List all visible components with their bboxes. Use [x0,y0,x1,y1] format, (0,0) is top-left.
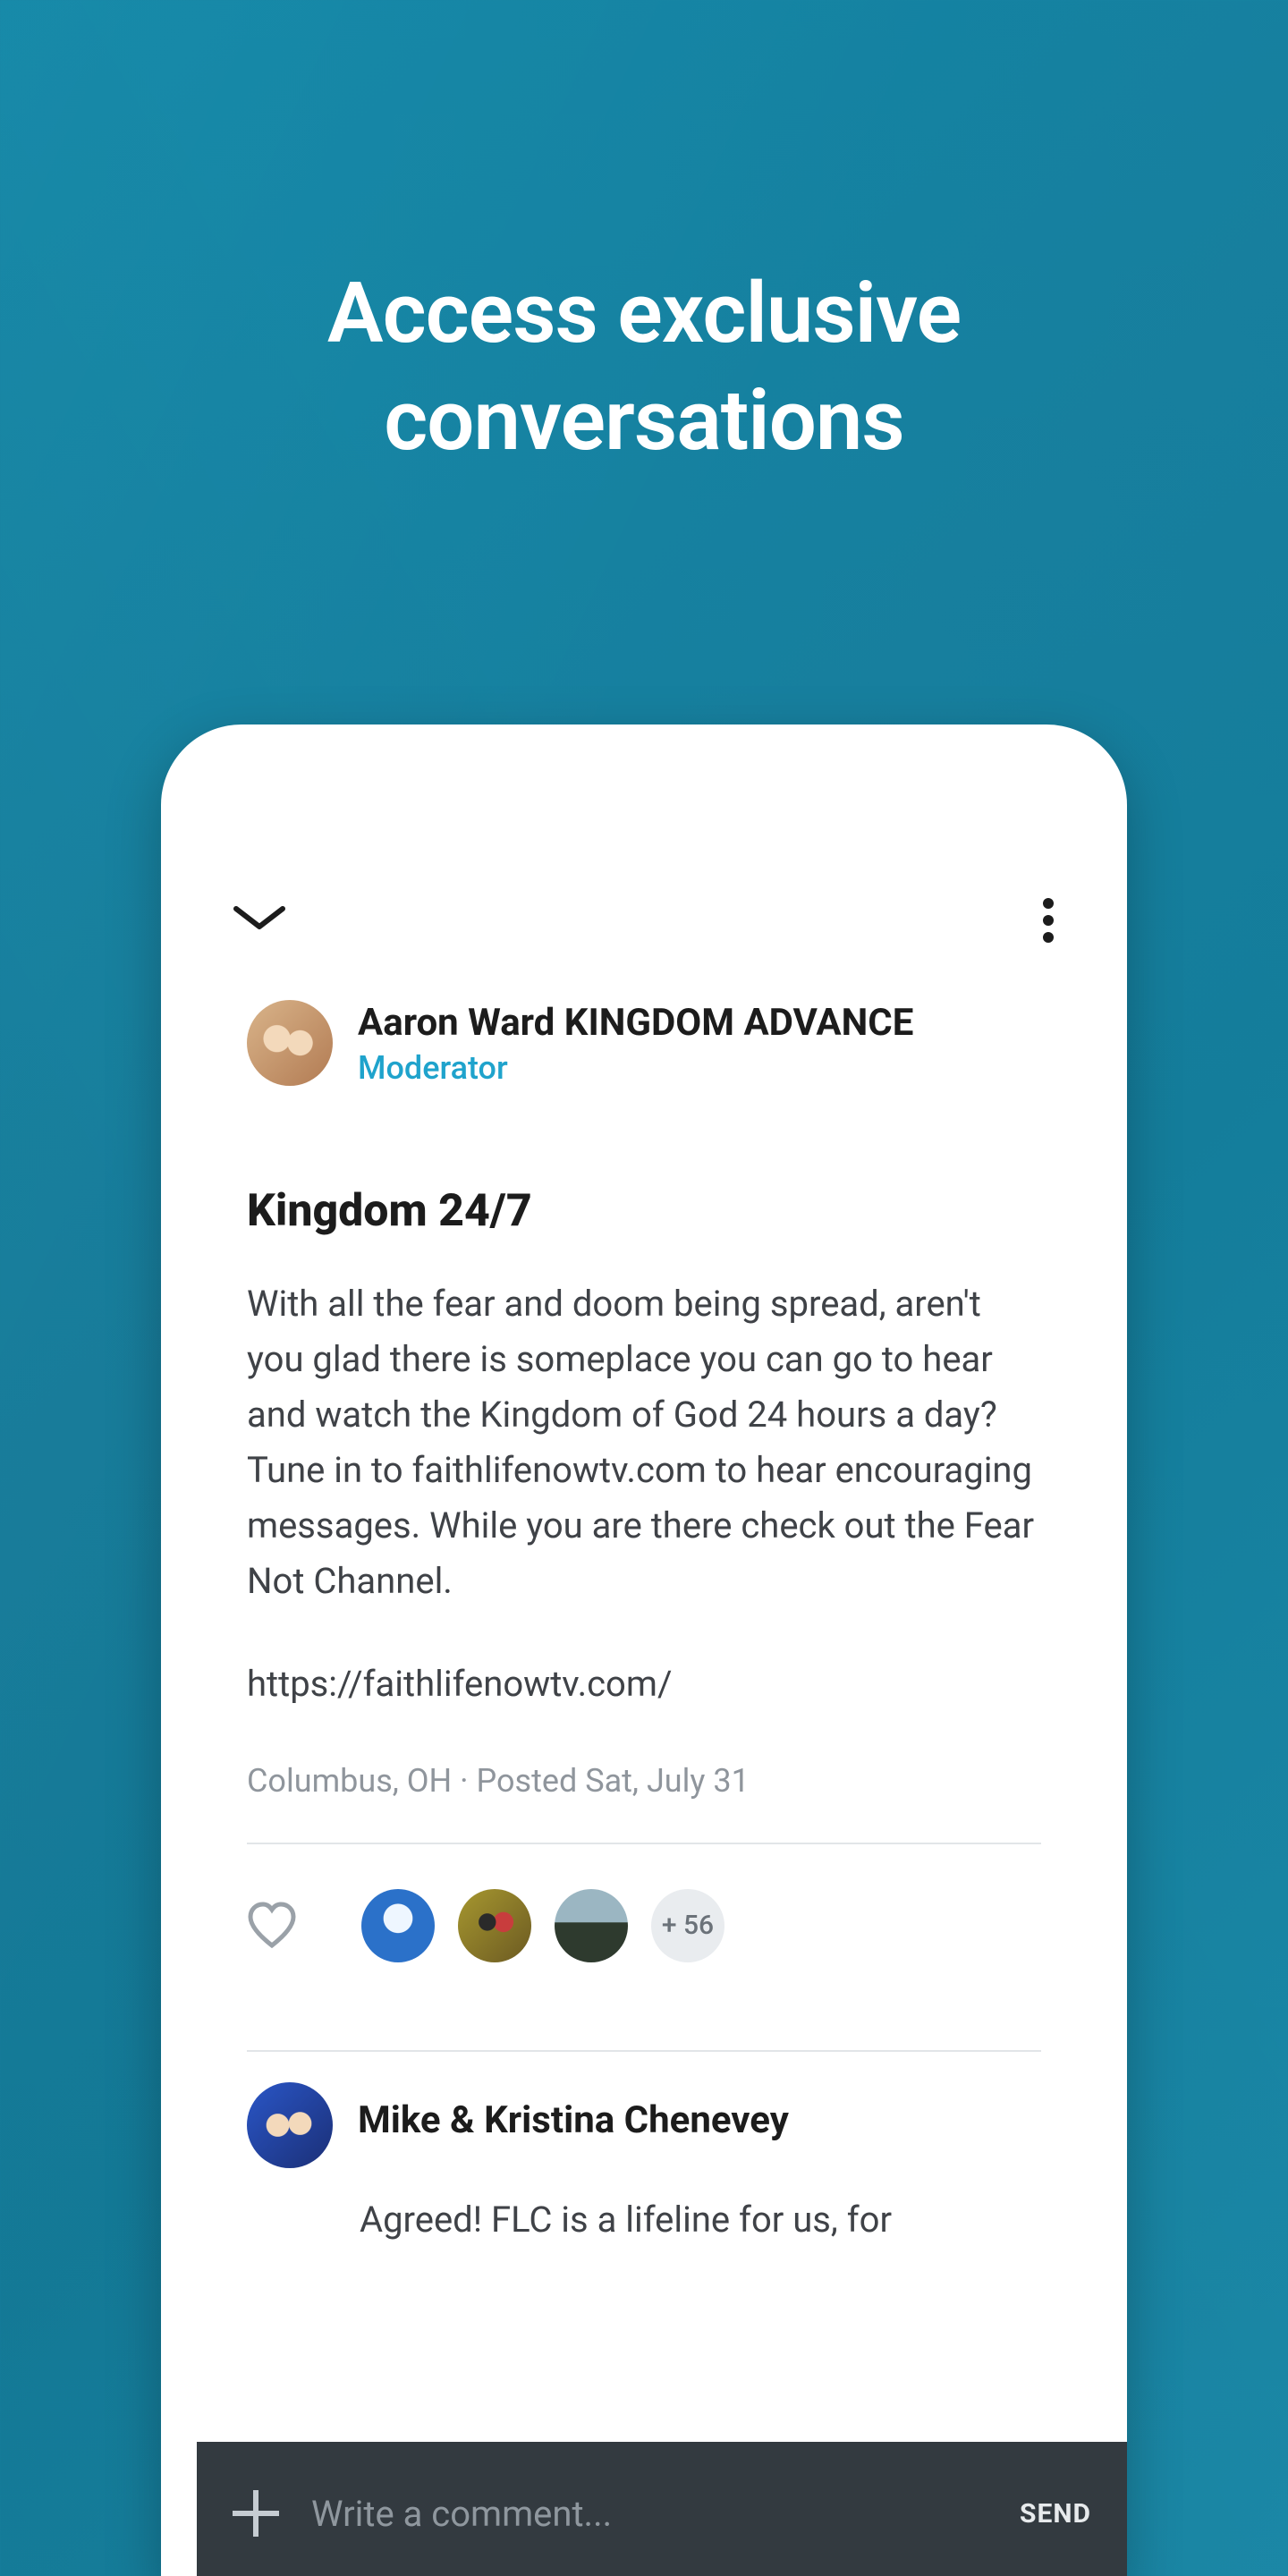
more-options-icon[interactable] [1043,893,1055,948]
post-link[interactable]: https://faithlifenowtv.com/ [247,1663,1041,1705]
author-avatar [247,1000,333,1086]
post-author[interactable]: Aaron Ward KINGDOM ADVANCE Moderator [197,957,1091,1087]
headline-line1: Access exclusive [327,264,961,362]
comment-body: Agreed! FLC is a lifeline for us, for [197,2168,1091,2247]
send-button[interactable]: SEND [1020,2498,1091,2529]
reactions-more-count[interactable]: + 56 [651,1889,724,1962]
post-title: Kingdom 24/7 [247,1185,1041,1237]
reaction-avatar[interactable] [555,1889,628,1962]
collapse-chevron-icon[interactable] [233,905,286,936]
post-body: With all the fear and doom being spread,… [247,1276,1041,1609]
app-screen: Aaron Ward KINGDOM ADVANCE Moderator Kin… [197,866,1091,2504]
commenter-name: Mike & Kristina Chenevey [358,2082,789,2142]
comment-input[interactable]: Write a comment... [311,2493,987,2535]
post-meta: Columbus, OH · Posted Sat, July 31 [247,1762,1041,1800]
reaction-avatar[interactable] [458,1889,531,1962]
marketing-headline: Access exclusive conversations [0,259,1288,475]
commenter-avatar [247,2082,333,2168]
add-attachment-icon[interactable] [233,2490,279,2537]
headline-line2: conversations [384,371,903,470]
author-role: Moderator [358,1049,913,1087]
phone-frame: 12:00 Aaron Ward KINGDOM ADVANCE Moderat… [161,724,1127,2576]
reaction-avatar[interactable] [361,1889,435,1962]
author-name: Aaron Ward KINGDOM ADVANCE [358,1000,913,1047]
reactions-row: + 56 [197,1844,1091,2007]
comment-item[interactable]: Mike & Kristina Chenevey [197,2052,1091,2168]
like-heart-icon[interactable] [247,1901,297,1951]
comment-composer: Write a comment... SEND [197,2442,1127,2576]
